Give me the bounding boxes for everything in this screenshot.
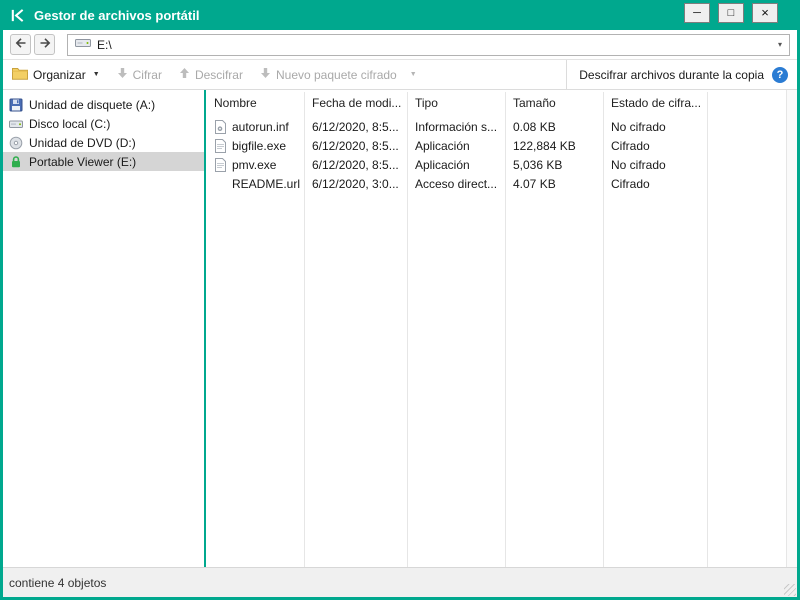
autorun-file-icon — [214, 120, 228, 134]
executable-file-icon — [214, 158, 228, 172]
sidebar-item[interactable]: Unidad de disquete (A:) — [3, 95, 204, 114]
floppy-drive-icon — [9, 98, 23, 112]
file-row[interactable]: README.url 6/12/2020, 3:0... Acceso direct… — [206, 175, 786, 194]
resize-grip[interactable] — [784, 584, 796, 596]
main-area: Unidad de disquete (A:) Disco local (C:) U… — [3, 90, 797, 567]
back-arrow-icon — [15, 36, 27, 54]
encrypted-drive-lock-icon — [9, 155, 23, 169]
vertical-scrollbar[interactable] — [786, 90, 797, 567]
window-title: Gestor de archivos portátil — [34, 8, 199, 23]
titlebar: Gestor de archivos portátil ─ □ × — [0, 0, 800, 30]
file-date: 6/12/2020, 8:5... — [312, 156, 399, 175]
file-status: Cifrado — [611, 137, 650, 156]
executable-file-icon — [214, 139, 228, 153]
window-controls: ─ □ × — [684, 3, 778, 23]
column-header[interactable]: Tamaño — [513, 90, 556, 116]
file-date: 6/12/2020, 8:5... — [312, 118, 399, 137]
file-name: bigfile.exe — [232, 137, 286, 156]
address-dropdown-icon[interactable]: ▾ — [778, 40, 782, 49]
filelist-body: autorun.inf 6/12/2020, 8:5... Información … — [206, 118, 786, 567]
column-header[interactable]: Estado de cifra... — [611, 90, 701, 116]
file-size: 122,884 KB — [513, 137, 576, 156]
encrypt-arrow-icon — [117, 67, 128, 82]
close-button[interactable]: × — [752, 3, 778, 23]
portable-file-manager-window: Gestor de archivos portátil ─ □ × E:\ ▾ — [0, 0, 800, 600]
sidebar-item-label: Unidad de disquete (A:) — [29, 98, 155, 112]
decrypt-arrow-icon — [179, 67, 190, 82]
file-name: README.url — [232, 175, 300, 194]
window-border-left — [0, 30, 3, 600]
decrypt-label: Descifrar — [195, 68, 243, 82]
file-size: 4.07 KB — [513, 175, 556, 194]
file-type: Acceso direct... — [415, 175, 497, 194]
file-type: Aplicación — [415, 156, 470, 175]
status-text: contiene 4 objetos — [9, 576, 106, 590]
copy-option-label: Descifrar archivos durante la copia — [579, 68, 764, 82]
file-size: 5,036 KB — [513, 156, 562, 175]
organize-label: Organizar — [33, 68, 86, 82]
file-status: Cifrado — [611, 175, 650, 194]
organize-button[interactable]: Organizar ▼ — [12, 67, 100, 83]
sidebar-item-label: Disco local (C:) — [29, 117, 110, 131]
file-name: pmv.exe — [232, 156, 276, 175]
organize-caret-icon: ▼ — [93, 71, 100, 78]
forward-arrow-icon — [39, 36, 51, 54]
file-type: Información s... — [415, 118, 497, 137]
file-status: No cifrado — [611, 118, 666, 137]
url-file-icon — [214, 177, 228, 191]
decrypt-button[interactable]: Descifrar — [179, 67, 243, 82]
encrypt-label: Cifrar — [133, 68, 162, 82]
maximize-button[interactable]: □ — [718, 3, 744, 23]
forward-button[interactable] — [34, 34, 55, 55]
new-encrypted-package-button[interactable]: Nuevo paquete cifrado ▼ — [260, 67, 417, 82]
column-header[interactable]: Nombre — [214, 90, 257, 116]
new-package-label: Nuevo paquete cifrado — [276, 68, 397, 82]
file-status: No cifrado — [611, 156, 666, 175]
kaspersky-logo — [10, 8, 25, 23]
hard-disk-icon — [9, 117, 23, 131]
address-text: E:\ — [97, 38, 112, 52]
file-row[interactable]: autorun.inf 6/12/2020, 8:5... Información … — [206, 118, 786, 137]
new-package-caret-icon: ▼ — [410, 71, 417, 78]
copy-option-section: Descifrar archivos durante la copia ? — [566, 60, 797, 89]
sidebar-item[interactable]: Unidad de DVD (D:) — [3, 133, 204, 152]
drive-tree: Unidad de disquete (A:) Disco local (C:) U… — [3, 90, 204, 567]
file-date: 6/12/2020, 3:0... — [312, 175, 399, 194]
file-date: 6/12/2020, 8:5... — [312, 137, 399, 156]
package-arrow-icon — [260, 67, 271, 82]
drive-icon — [75, 37, 91, 52]
file-type: Aplicación — [415, 137, 470, 156]
column-header[interactable]: Tipo — [415, 90, 438, 116]
file-row[interactable]: bigfile.exe 6/12/2020, 8:5... Aplicación 12… — [206, 137, 786, 156]
dvd-drive-icon — [9, 136, 23, 150]
statusbar: contiene 4 objetos — [3, 567, 797, 597]
filelist-header: Nombre Fecha de modi... Tipo Tamaño Estado d… — [206, 90, 786, 116]
sidebar-item-label: Portable Viewer (E:) — [29, 155, 136, 169]
file-row[interactable]: pmv.exe 6/12/2020, 8:5... Aplicación 5,036 … — [206, 156, 786, 175]
info-icon[interactable]: ? — [772, 67, 788, 83]
encrypt-button[interactable]: Cifrar — [117, 67, 162, 82]
toolbar: Organizar ▼ Cifrar Descifrar Nuevo paque… — [3, 60, 797, 90]
sidebar-item[interactable]: Disco local (C:) — [3, 114, 204, 133]
navigation-bar: E:\ ▾ — [3, 30, 797, 60]
file-list: Nombre Fecha de modi... Tipo Tamaño Estado d… — [206, 90, 786, 567]
address-bar[interactable]: E:\ ▾ — [67, 34, 790, 56]
sidebar-item[interactable]: Portable Viewer (E:) — [3, 152, 204, 171]
sidebar-item-label: Unidad de DVD (D:) — [29, 136, 136, 150]
column-header[interactable]: Fecha de modi... — [312, 90, 401, 116]
minimize-button[interactable]: ─ — [684, 3, 710, 23]
folder-icon — [12, 67, 28, 83]
file-size: 0.08 KB — [513, 118, 556, 137]
back-button[interactable] — [10, 34, 31, 55]
file-name: autorun.inf — [232, 118, 289, 137]
